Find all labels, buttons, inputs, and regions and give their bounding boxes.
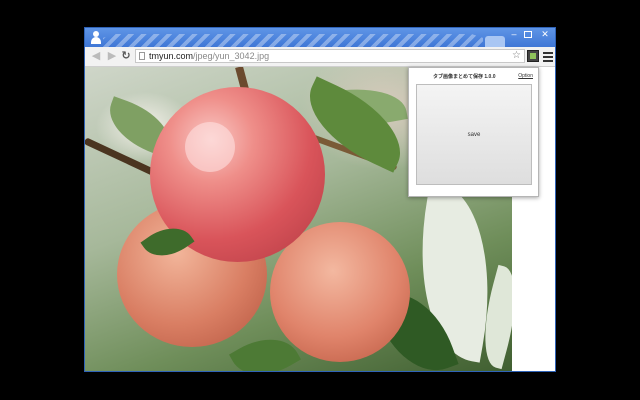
option-link[interactable]: Option — [518, 73, 533, 79]
maximize-icon — [524, 31, 532, 38]
forward-arrow-icon[interactable]: ▶ — [105, 50, 119, 63]
star-icon[interactable]: ☆ — [512, 50, 521, 62]
tab-strip — [103, 34, 483, 47]
back-arrow-icon[interactable]: ◀ — [89, 50, 103, 63]
hamburger-menu-icon[interactable] — [543, 50, 553, 62]
maximize-button[interactable] — [522, 29, 534, 40]
profile-icon[interactable] — [91, 31, 101, 44]
address-bar[interactable]: tmyun.com/jpeg/yun_3042.jpg ☆ — [135, 49, 525, 63]
popup-title: タブ画像まとめて保存 1.0.0 — [433, 74, 496, 80]
save-button[interactable]: save — [416, 84, 532, 185]
extension-popup: タブ画像まとめて保存 1.0.0 Option save — [408, 67, 539, 197]
page-viewport: タブ画像まとめて保存 1.0.0 Option save — [85, 67, 555, 371]
browser-window: – ✕ ◀ ▶ ↻ tmyun.com/jpeg/yun_3042.jpg ☆ — [84, 27, 556, 372]
minimize-button[interactable]: – — [508, 29, 520, 40]
title-bar: – ✕ — [85, 28, 555, 47]
url-path: /jpeg/yun_3042.jpg — [193, 51, 270, 61]
page-icon — [139, 52, 145, 60]
new-tab-button[interactable] — [485, 36, 505, 47]
url-host: tmyun.com — [149, 51, 194, 61]
browser-toolbar: ◀ ▶ ↻ tmyun.com/jpeg/yun_3042.jpg ☆ — [85, 47, 555, 67]
reload-icon[interactable]: ↻ — [119, 50, 133, 63]
url-text: tmyun.com/jpeg/yun_3042.jpg — [149, 50, 269, 62]
extension-icon[interactable] — [527, 50, 539, 62]
close-button[interactable]: ✕ — [536, 29, 554, 40]
peach-highlight — [185, 122, 235, 172]
